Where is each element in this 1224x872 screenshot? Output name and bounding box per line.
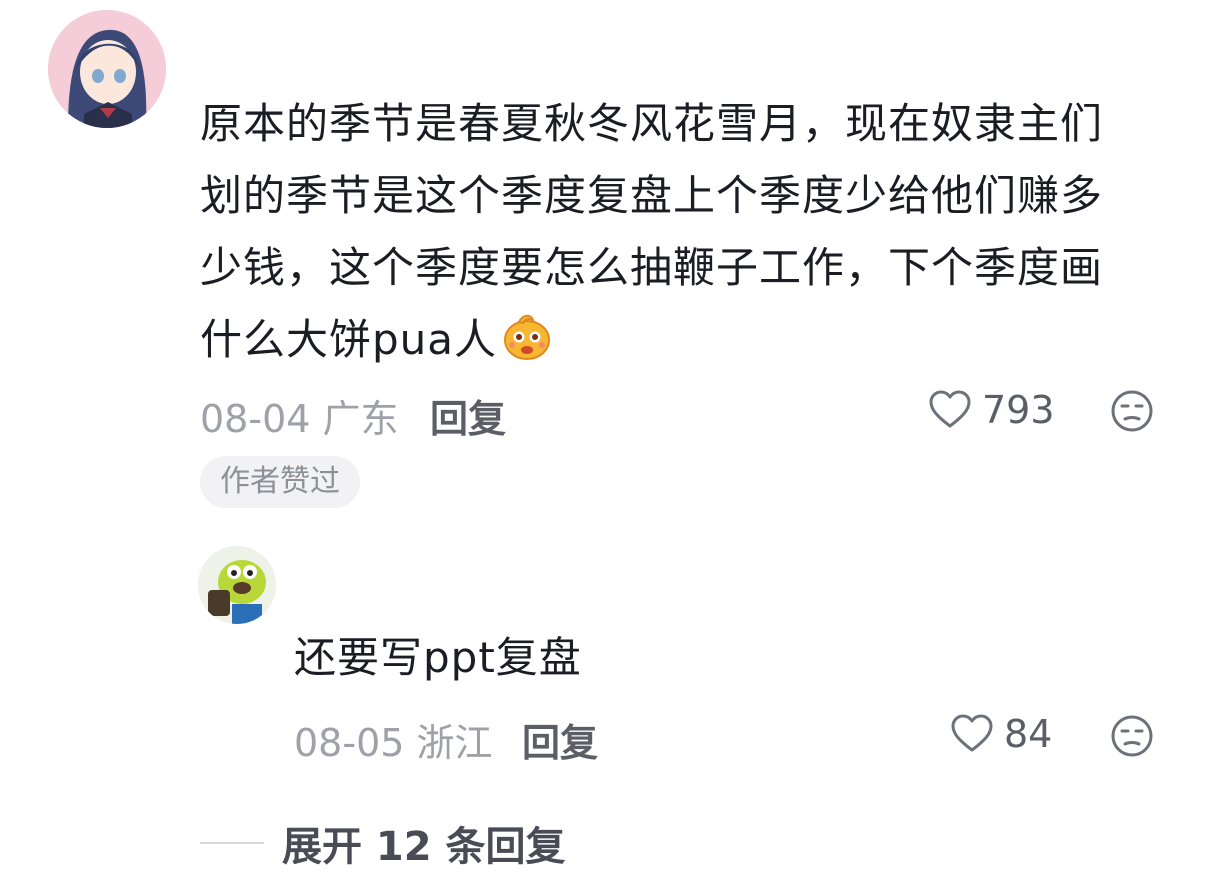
comment-text: 原本的季节是春夏秋冬风花雪月，现在奴隶主们 划的季节是这个季度复盘上个季度少给他… (200, 88, 1190, 376)
comment-line: 原本的季节是春夏秋冬风花雪月，现在奴隶主们 (200, 99, 1104, 148)
green-character-avatar-image (198, 546, 276, 624)
unamused-face-icon (1111, 390, 1153, 432)
comment-date-location: 08-04 广东 (200, 397, 399, 441)
comment-line: 什么大饼pua人 (200, 315, 498, 364)
comment-line: 划的季节是这个季度复盘上个季度少给他们赚多 (200, 171, 1104, 220)
surprised-face-emoji (501, 310, 553, 362)
heart-outline-icon (951, 714, 993, 752)
reply-button[interactable]: 回复 (430, 388, 506, 443)
like-count: 793 (982, 388, 1055, 432)
reply-avatar[interactable] (198, 546, 276, 624)
expand-replies-button[interactable]: 展开 12 条回复 (282, 814, 566, 872)
reply-date-location: 08-05 浙江 (294, 721, 493, 765)
dislike-button[interactable] (1110, 389, 1154, 437)
comment-line-last: 什么大饼pua人 (200, 304, 1190, 376)
anime-girl-avatar-image (48, 10, 166, 128)
like-count: 84 (1004, 712, 1053, 756)
dislike-button[interactable] (1110, 714, 1154, 762)
like-button[interactable]: 793 (928, 388, 1055, 432)
reply-button[interactable]: 回复 (522, 712, 598, 767)
heart-outline-icon (929, 390, 971, 428)
like-button[interactable]: 84 (950, 712, 1052, 756)
unamused-face-icon (1111, 715, 1153, 757)
reply-text: 还要写ppt复盘 (294, 633, 582, 682)
expand-divider (200, 842, 264, 844)
comment-line: 少钱，这个季度要怎么抽鞭子工作，下个季度画 (200, 243, 1104, 292)
author-liked-badge: 作者赞过 (200, 456, 360, 508)
commenter-avatar[interactable] (48, 10, 166, 128)
